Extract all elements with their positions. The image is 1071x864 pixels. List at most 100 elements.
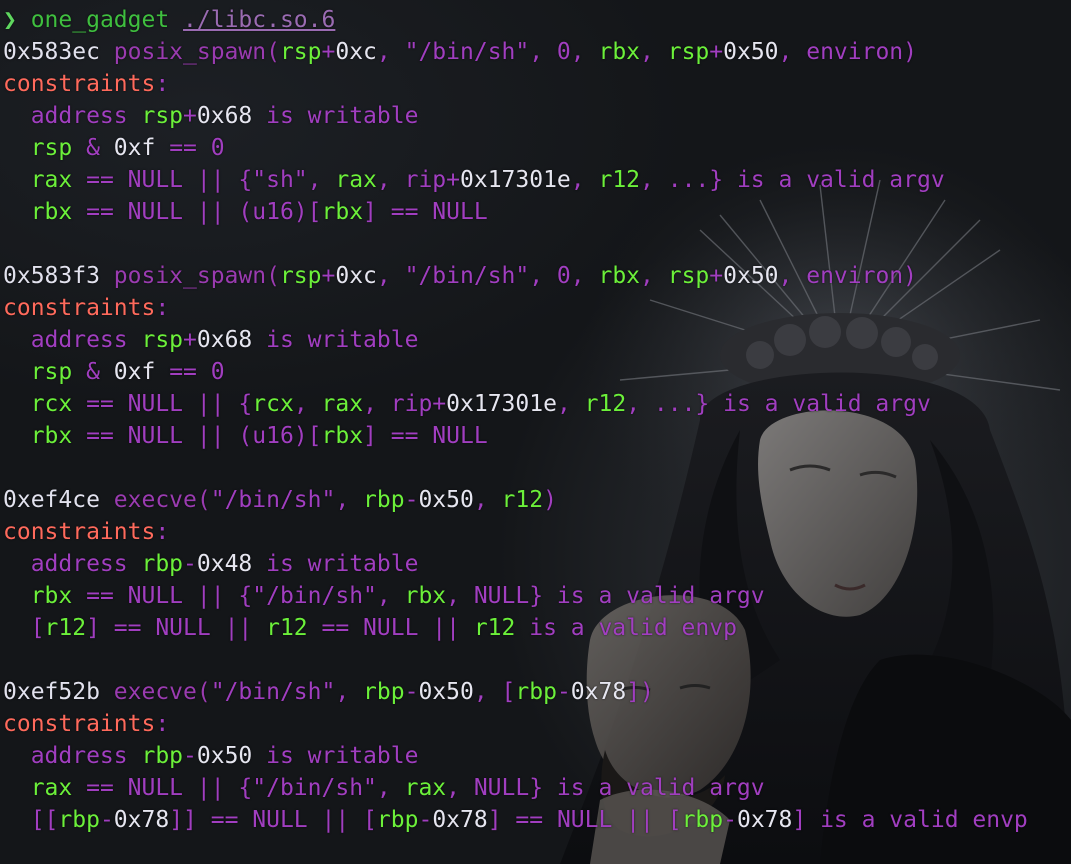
operator-text: , ...} is a valid argv bbox=[626, 391, 931, 417]
operator-text: & bbox=[72, 135, 114, 161]
operator-text: , 0, bbox=[529, 263, 599, 289]
string-literal: "/bin/sh" bbox=[404, 263, 530, 289]
function-call: execve( bbox=[113, 679, 211, 705]
function-call: posix_spawn( bbox=[113, 39, 280, 65]
register-name: rsp bbox=[279, 39, 322, 65]
string-literal: "/bin/sh" bbox=[404, 39, 530, 65]
register-name: r12 bbox=[584, 391, 627, 417]
terminal-line: constraints: bbox=[3, 68, 1028, 100]
string-literal: "/bin/sh" bbox=[210, 679, 336, 705]
string-literal: "/bin/sh" bbox=[210, 487, 336, 513]
operator-text: == 0 bbox=[155, 359, 225, 385]
register-name: rax bbox=[404, 775, 447, 801]
operator-text: , bbox=[376, 263, 405, 289]
terminal-line: rsp & 0xf == 0 bbox=[3, 356, 1028, 388]
hex-number: 0x68 bbox=[196, 327, 253, 353]
register-name: rsp bbox=[141, 103, 184, 129]
gadget-address: 0x583ec bbox=[3, 39, 114, 65]
operator-text: ]] == NULL || [ bbox=[169, 807, 377, 833]
register-name: rbx bbox=[30, 199, 73, 225]
hex-number: 0x50 bbox=[196, 743, 253, 769]
hex-number: 0xf bbox=[113, 359, 156, 385]
register-name: rsp bbox=[30, 359, 73, 385]
terminal-line: rbx == NULL || (u16)[rbx] == NULL bbox=[3, 196, 1028, 228]
operator-text: - bbox=[404, 679, 419, 705]
operator-text: , bbox=[335, 487, 364, 513]
register-name: rcx bbox=[30, 391, 73, 417]
register-name: rbx bbox=[321, 423, 364, 449]
operator-text: address bbox=[3, 743, 142, 769]
operator-text: address bbox=[3, 551, 142, 577]
hex-number: 0x50 bbox=[418, 487, 474, 513]
hex-number: 0x78 bbox=[113, 807, 170, 833]
operator-text bbox=[3, 135, 31, 161]
command-argument: ./libc.so.6 bbox=[183, 7, 336, 33]
register-name: rcx bbox=[252, 391, 294, 417]
terminal-line: [[rbp-0x78]] == NULL || [rbp-0x78] == NU… bbox=[3, 804, 1028, 836]
operator-text: == NULL || (u16)[ bbox=[72, 423, 322, 449]
terminal-line: address rsp+0x68 is writable bbox=[3, 100, 1028, 132]
operator-text: + bbox=[321, 263, 336, 289]
operator-text: : bbox=[155, 295, 170, 321]
hex-number: 0xc bbox=[335, 39, 377, 65]
operator-text: - bbox=[556, 679, 571, 705]
gadget-address: 0x583f3 bbox=[3, 263, 114, 289]
register-name: rsp bbox=[141, 327, 184, 353]
register-name: r12 bbox=[598, 167, 641, 193]
register-name: r12 bbox=[501, 487, 544, 513]
terminal-line: constraints: bbox=[3, 516, 1028, 548]
operator-text: , bbox=[376, 39, 405, 65]
register-name: rbx bbox=[30, 583, 73, 609]
operator-text: is writable bbox=[252, 327, 419, 353]
register-name: rbp bbox=[515, 679, 557, 705]
operator-text: , bbox=[640, 39, 668, 65]
operator-text: is writable bbox=[252, 743, 419, 769]
operator-text bbox=[3, 199, 31, 225]
operator-text: - bbox=[404, 487, 419, 513]
operator-text: address bbox=[3, 327, 142, 353]
register-name: rbp bbox=[376, 807, 419, 833]
terminal-output: ❯ one_gadget ./libc.so.6 0x583ec posix_sp… bbox=[3, 4, 1028, 836]
hex-number: 0xc bbox=[335, 263, 377, 289]
gadget-address: 0xef4ce bbox=[3, 487, 114, 513]
operator-text: == NULL || {"/bin/sh", bbox=[72, 775, 405, 801]
terminal-line: 0x583f3 posix_spawn(rsp+0xc, "/bin/sh", … bbox=[3, 260, 1028, 292]
gadget-address: 0xef52b bbox=[3, 679, 114, 705]
terminal-line: ❯ one_gadget ./libc.so.6 bbox=[3, 4, 1028, 36]
register-name: rax bbox=[335, 167, 377, 193]
operator-text: [[ bbox=[3, 807, 59, 833]
operator-text: is writable bbox=[252, 551, 419, 577]
terminal-line: rbx == NULL || (u16)[rbx] == NULL bbox=[3, 420, 1028, 452]
register-name: rbp bbox=[681, 807, 724, 833]
terminal-line: constraints: bbox=[3, 292, 1028, 324]
operator-text: + bbox=[709, 263, 724, 289]
register-name: rsp bbox=[667, 39, 710, 65]
hex-number: 0x78 bbox=[570, 679, 627, 705]
register-name: rbx bbox=[598, 263, 641, 289]
terminal-line: 0xef52b execve("/bin/sh", rbp-0x50, [rbp… bbox=[3, 676, 1028, 708]
terminal-line: [r12] == NULL || r12 == NULL || r12 is a… bbox=[3, 612, 1028, 644]
constraints-label: constraints bbox=[3, 71, 156, 97]
hex-number: 0xf bbox=[113, 135, 156, 161]
operator-text: + bbox=[183, 327, 197, 353]
hex-number: 0x50 bbox=[723, 263, 779, 289]
operator-text: is writable bbox=[252, 103, 419, 129]
prompt-symbol: ❯ bbox=[3, 7, 31, 33]
operator-text: - bbox=[723, 807, 737, 833]
register-name: rbx bbox=[404, 583, 447, 609]
terminal-line: rcx == NULL || {rcx, rax, rip+0x17301e , … bbox=[3, 388, 1028, 420]
operator-text: ]) bbox=[626, 679, 654, 705]
terminal-line: constraints: bbox=[3, 708, 1028, 740]
operator-text: - bbox=[183, 551, 197, 577]
hex-number: 0x78 bbox=[432, 807, 488, 833]
terminal-window[interactable]: ❯ one_gadget ./libc.so.6 0x583ec posix_sp… bbox=[0, 0, 1071, 864]
operator-text: == NULL || (u16)[ bbox=[72, 199, 322, 225]
operator-text: == NULL || bbox=[307, 615, 474, 641]
operator-text: ] is a valid envp bbox=[792, 807, 1028, 833]
operator-text: , bbox=[570, 167, 599, 193]
terminal-line: address rsp+0x68 is writable bbox=[3, 324, 1028, 356]
register-name: rax bbox=[30, 167, 73, 193]
operator-text: - bbox=[418, 807, 433, 833]
register-name: rbp bbox=[363, 487, 405, 513]
operator-text: , rip+ bbox=[363, 391, 447, 417]
